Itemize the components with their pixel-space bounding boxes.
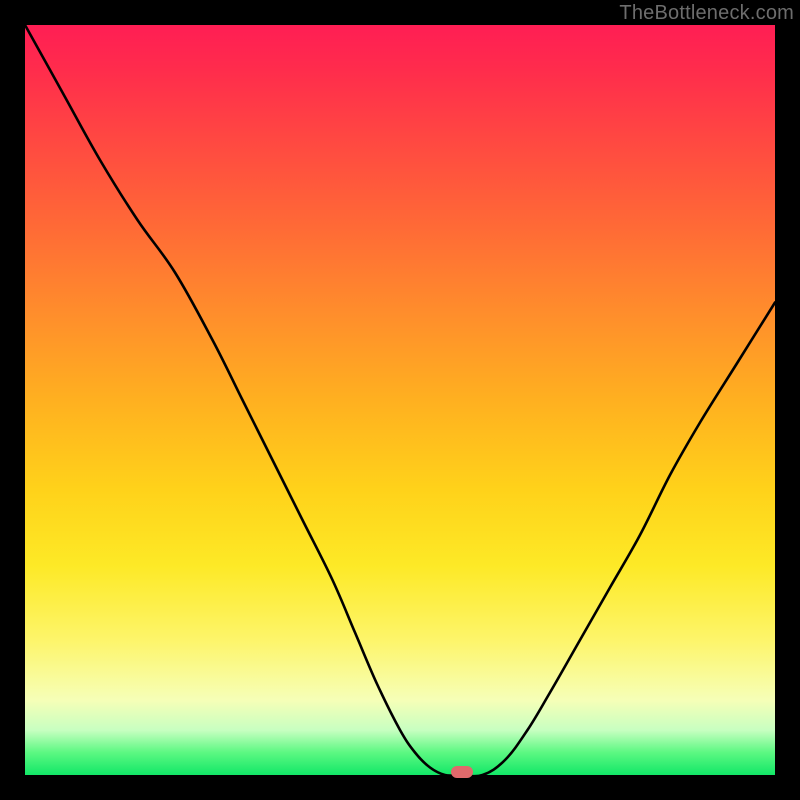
plot-area	[25, 25, 775, 775]
optimum-marker	[451, 766, 473, 778]
watermark-text: TheBottleneck.com	[619, 2, 794, 25]
bottleneck-curve	[25, 25, 775, 775]
chart-frame: TheBottleneck.com	[0, 0, 800, 800]
curve-path	[25, 25, 775, 775]
